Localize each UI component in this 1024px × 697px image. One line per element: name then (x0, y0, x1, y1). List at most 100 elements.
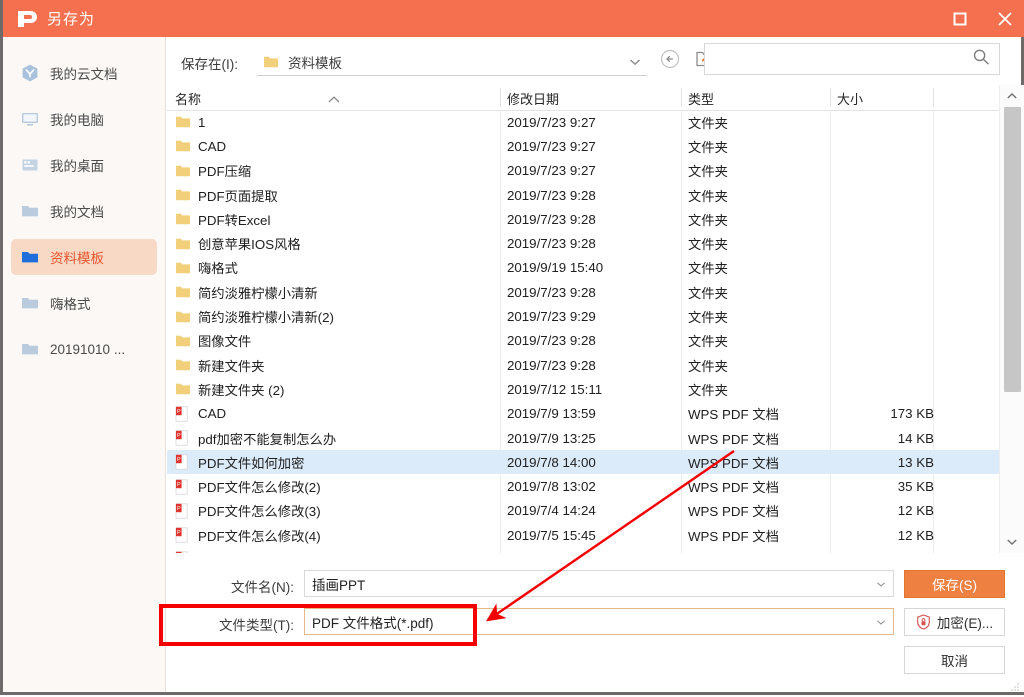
file-type-cell: WPS PDF 文档 (688, 407, 779, 423)
table-row[interactable]: PDF页面提取 2019/7/23 9:28 文件夹 (167, 183, 999, 207)
file-name-label: PDF文件怎么修改(4) (198, 528, 321, 544)
filetype-dropdown[interactable]: PDF 文件格式(*.pdf) (304, 608, 894, 635)
table-row[interactable]: P pdf加密不能复制怎么办 2019/7/9 13:25 WPS PDF 文档… (167, 426, 999, 450)
table-row[interactable]: P PDF文件怎么修改(3) 2019/7/4 14:24 WPS PDF 文档… (167, 499, 999, 523)
folder-icon (175, 309, 191, 324)
file-date-cell: 2019/7/23 9:27 (507, 138, 596, 154)
table-row[interactable]: 嗨格式 2019/9/19 15:40 文件夹 (167, 256, 999, 280)
back-arrow-icon (659, 48, 681, 75)
encrypt-button-label: 加密(E)... (936, 616, 994, 631)
sidebar-item-haigeshi[interactable]: 嗨格式 (11, 285, 157, 321)
table-row[interactable]: P CAD 2019/7/9 13:59 WPS PDF 文档 173 KB (167, 402, 999, 426)
table-row[interactable]: P PDF文件怎么修改(4) 2019/7/5 15:45 WPS PDF 文档… (167, 523, 999, 547)
encrypt-button[interactable]: 加密(E)... (904, 608, 1005, 636)
table-row[interactable]: 图像文件 2019/7/23 9:28 文件夹 (167, 329, 999, 353)
file-type-cell: WPS PDF 文档 (688, 504, 779, 520)
file-date-cell: 2019/7/9 13:25 (507, 430, 596, 446)
svg-text:P: P (177, 530, 181, 536)
cloud-doc-icon (19, 62, 41, 84)
save-as-dialog: 另存为 我的云文档 我的电脑 我的桌面 我的文档 资料模板 嗨格式 201910… (0, 0, 1024, 695)
file-list: 名称 修改日期 类型 大小 1 2019/7/23 9:27 文件夹 CAD 2… (167, 85, 1024, 553)
table-row[interactable]: P PDF文件如何加密 2019/7/8 14:00 WPS PDF 文档 13… (167, 450, 999, 475)
column-header-type[interactable]: 类型 (688, 89, 714, 108)
pdf-file-icon: P (175, 406, 191, 422)
sidebar-item-materials-template[interactable]: 资料模板 (11, 239, 157, 275)
file-name-cell: CAD (175, 139, 226, 154)
sidebar-item-desktop[interactable]: 我的桌面 (11, 147, 157, 183)
file-name-label: CAD (198, 138, 227, 154)
table-row[interactable]: 1 2019/7/23 9:27 文件夹 (167, 110, 999, 134)
folder-icon (19, 292, 41, 314)
back-button[interactable] (656, 48, 683, 75)
file-name-cell: P PDF文件怎么修改(3) (175, 501, 321, 520)
maximize-icon[interactable] (937, 0, 982, 37)
file-list-scrollbar[interactable] (999, 85, 1024, 553)
sidebar-item-my-computer[interactable]: 我的电脑 (11, 101, 157, 137)
file-name-label: 新建文件夹 (2) (198, 382, 285, 398)
folder-icon (175, 212, 191, 227)
file-name-cell: P PDF文件怎么修改(2) (175, 477, 321, 496)
file-name-cell: P pdf加密不能复制怎么办 (175, 429, 336, 448)
pdf-file-icon: P (175, 503, 191, 519)
file-date-cell: 2019/7/23 9:28 (507, 284, 596, 300)
folder-icon (175, 333, 191, 348)
file-type-cell: 文件夹 (688, 285, 728, 301)
scrollbar-thumb[interactable] (1004, 107, 1021, 392)
file-name-cell: PDF转Excel (175, 210, 270, 229)
chevron-up-icon (327, 91, 341, 109)
filename-input[interactable]: 插画PPT (304, 570, 894, 597)
chevron-down-icon[interactable] (876, 575, 886, 593)
table-row[interactable]: 简约淡雅柠檬小清新(2) 2019/7/23 9:29 文件夹 (167, 304, 999, 328)
file-type-cell: 文件夹 (688, 261, 728, 277)
path-dropdown[interactable]: 资料模板 (257, 49, 647, 76)
scroll-down-button[interactable] (1000, 531, 1024, 553)
file-name-label: PDF文件怎么修改(3) (198, 504, 321, 520)
table-row[interactable]: CAD 2019/7/23 9:27 文件夹 (167, 134, 999, 158)
close-icon[interactable] (982, 0, 1024, 37)
file-name-cell: 简约淡雅柠檬小清新 (175, 283, 318, 302)
file-name-cell: 新建文件夹 (2) (175, 380, 284, 399)
table-row[interactable]: PDF压缩 2019/7/23 9:27 文件夹 (167, 159, 999, 183)
file-date-cell: 2019/7/23 9:28 (507, 236, 596, 252)
table-row[interactable]: 新建文件夹 2019/7/23 9:28 文件夹 (167, 353, 999, 377)
resize-grip[interactable] (1010, 679, 1020, 691)
cancel-button[interactable]: 取消 (904, 646, 1005, 674)
column-header-date[interactable]: 修改日期 (507, 89, 559, 108)
search-icon[interactable] (972, 48, 990, 71)
file-type-cell: WPS PDF 文档 (688, 455, 779, 471)
sidebar-item-cloud-docs[interactable]: 我的云文档 (11, 55, 157, 91)
pdf-file-icon: P (175, 527, 191, 543)
save-button[interactable]: 保存(S) (904, 570, 1005, 598)
file-name-label: PDF转Excel (198, 212, 271, 228)
file-type-cell: 文件夹 (688, 212, 728, 228)
table-row[interactable]: 简约淡雅柠檬小清新 2019/7/23 9:28 文件夹 (167, 280, 999, 304)
chevron-down-icon[interactable] (629, 53, 641, 71)
file-name-cell: 1 (175, 115, 205, 130)
file-name-label: 1 (198, 114, 206, 130)
table-row[interactable]: P PDF文件怎么修改(2) 2019/7/8 13:02 WPS PDF 文档… (167, 474, 999, 498)
sidebar-item-my-documents[interactable]: 我的文档 (11, 193, 157, 229)
file-name-label: 嗨格式 (198, 261, 238, 277)
table-row[interactable]: 创意苹果IOS风格 2019/7/23 9:28 文件夹 (167, 231, 999, 255)
sidebar-item-20191010[interactable]: 20191010 ... (11, 331, 157, 367)
filetype-value: PDF 文件格式(*.pdf) (312, 615, 434, 631)
chevron-down-icon[interactable] (876, 613, 886, 631)
column-header-size[interactable]: 大小 (837, 89, 863, 108)
column-header-name[interactable]: 名称 (175, 89, 201, 108)
scroll-up-button[interactable] (1000, 85, 1024, 107)
folder-icon (175, 382, 191, 397)
file-date-cell: 2019/7/23 9:28 (507, 211, 596, 227)
file-size-cell: 12 KB (897, 503, 934, 519)
folder-icon (175, 285, 191, 300)
search-box[interactable] (704, 43, 1000, 75)
table-row[interactable]: 新建文件夹 (2) 2019/7/12 15:11 文件夹 (167, 377, 999, 401)
file-name-label: PDF页面提取 (198, 188, 278, 204)
window-title: 另存为 (47, 11, 96, 28)
search-input[interactable] (705, 44, 972, 74)
file-name-label: 创意苹果IOS风格 (198, 237, 301, 253)
wps-p-logo-icon (15, 8, 41, 30)
file-date-cell: 2019/7/5 15:45 (507, 527, 596, 543)
folder-icon (175, 236, 191, 251)
table-row[interactable]: PDF转Excel 2019/7/23 9:28 文件夹 (167, 207, 999, 231)
file-date-cell: 2019/7/23 9:28 (507, 187, 596, 203)
